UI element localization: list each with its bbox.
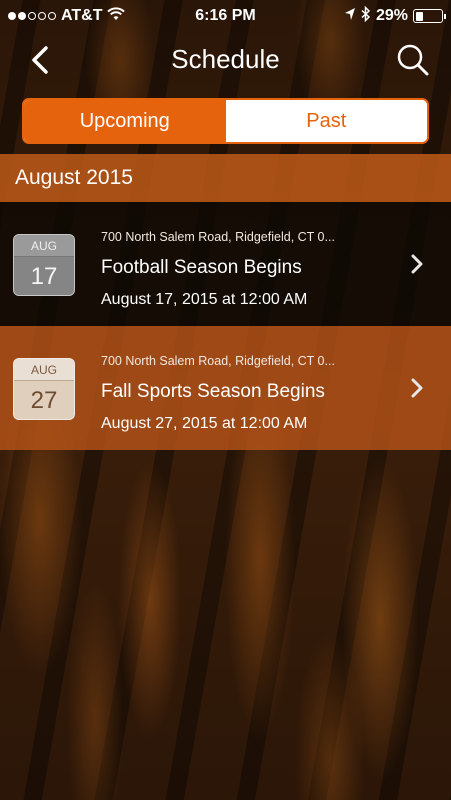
badge-day: 17 <box>14 257 74 295</box>
month-section-header: August 2015 <box>0 154 451 202</box>
schedule-tabs: Upcoming Past <box>22 98 429 144</box>
date-badge: AUG 27 <box>13 358 75 420</box>
wifi-icon <box>107 6 126 26</box>
month-label: August 2015 <box>15 166 133 189</box>
navigation-bar: Schedule <box>0 32 451 88</box>
event-location: 700 North Salem Road, Ridgefield, CT 0..… <box>101 354 335 368</box>
tab-upcoming[interactable]: Upcoming <box>24 100 226 142</box>
event-row[interactable]: AUG 17 700 North Salem Road, Ridgefield,… <box>0 202 451 326</box>
date-badge: AUG 17 <box>13 234 75 296</box>
event-location: 700 North Salem Road, Ridgefield, CT 0..… <box>101 230 335 244</box>
page-title: Schedule <box>171 44 280 74</box>
event-row[interactable]: AUG 27 700 North Salem Road, Ridgefield,… <box>0 326 451 450</box>
location-arrow-icon <box>344 7 356 26</box>
search-icon <box>397 44 429 76</box>
event-datetime: August 27, 2015 at 12:00 AM <box>101 415 308 432</box>
tab-past[interactable]: Past <box>225 100 427 142</box>
event-title: Football Season Begins <box>101 257 302 278</box>
battery-percent: 29% <box>375 7 408 24</box>
status-bar: AT&T 6:16 PM 29% <box>0 0 451 32</box>
bluetooth-icon <box>361 5 371 27</box>
badge-day: 27 <box>14 381 74 419</box>
battery-level-fill <box>415 11 423 21</box>
event-title: Fall Sports Season Begins <box>101 381 325 402</box>
badge-month: AUG <box>14 235 74 257</box>
badge-month: AUG <box>14 359 74 381</box>
event-datetime: August 17, 2015 at 12:00 AM <box>101 291 308 308</box>
chevron-right-icon <box>407 252 427 276</box>
battery-icon <box>413 9 446 23</box>
carrier-name: AT&T <box>61 7 103 24</box>
chevron-right-icon <box>407 376 427 400</box>
signal-strength-icon <box>8 12 56 20</box>
search-button[interactable] <box>393 40 433 80</box>
